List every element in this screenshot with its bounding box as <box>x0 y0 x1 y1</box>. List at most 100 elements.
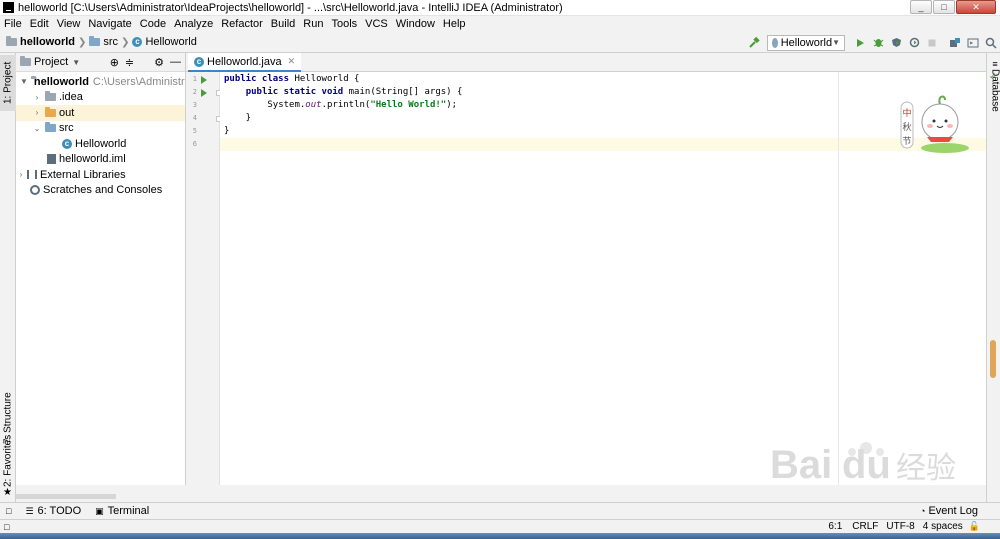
menu-vcs[interactable]: VCS <box>361 18 392 30</box>
src-folder-icon <box>89 36 101 46</box>
menu-tools[interactable]: Tools <box>327 18 361 30</box>
file-encoding[interactable]: UTF-8 <box>886 521 914 532</box>
line-separator[interactable]: CRLF <box>852 521 878 532</box>
right-tool-strip: ≡ Database ✓ <box>986 53 1000 502</box>
tree-node-root[interactable]: ▼ helloworld C:\Users\Administrat <box>16 74 185 90</box>
scrollbar-marker[interactable] <box>990 340 996 378</box>
debug-icon[interactable] <box>870 35 886 51</box>
editor-tab-helloworld[interactable]: c Helloworld.java ✕ <box>188 53 302 72</box>
tab-todo[interactable]: ☰ 6: TODO <box>25 505 81 517</box>
tree-node-src[interactable]: ⌄ src <box>16 121 185 137</box>
chevron-down-icon[interactable]: ▼ <box>20 77 28 86</box>
line-number: 5 <box>192 127 197 135</box>
horizontal-scrollbar[interactable] <box>16 485 986 502</box>
bottom-tool-bar: □ ☰ 6: TODO ▣ Terminal ◔ Event Log <box>0 502 1000 519</box>
menu-navigate[interactable]: Navigate <box>84 18 135 30</box>
tree-root-label: helloworld <box>33 75 89 88</box>
main-toolbar: Helloworld ▼ <box>745 32 1000 53</box>
run-main-gutter-icon[interactable] <box>201 89 207 97</box>
code-line-1: public class Helloworld { <box>224 74 360 84</box>
menu-code[interactable]: Code <box>136 18 170 30</box>
breadcrumb-file[interactable]: Helloworld <box>145 36 196 48</box>
menu-analyze[interactable]: Analyze <box>170 18 217 30</box>
menu-build[interactable]: Build <box>267 18 299 30</box>
caret-line-highlight <box>220 138 986 151</box>
tab-database[interactable]: ≡ Database <box>987 57 1000 113</box>
status-toggle-icon[interactable]: □ <box>4 522 9 532</box>
chevron-right-icon[interactable]: › <box>32 108 42 117</box>
collapse-all-icon[interactable]: ≑ <box>125 56 134 69</box>
chevron-down-icon[interactable]: ⌄ <box>32 124 42 133</box>
profile-icon[interactable] <box>906 35 922 51</box>
stop-icon[interactable] <box>924 35 940 51</box>
menu-view[interactable]: View <box>53 18 85 30</box>
caret-position[interactable]: 6:1 <box>828 521 842 532</box>
breadcrumb-project[interactable]: helloworld <box>20 36 75 48</box>
menu-window[interactable]: Window <box>392 18 439 30</box>
project-view-icon <box>20 56 31 66</box>
editor-gutter: 1 2 3 4 5 6 <box>186 72 222 485</box>
terminal-window-icon[interactable] <box>965 35 981 51</box>
build-hammer-icon[interactable] <box>746 35 762 51</box>
terminal-icon: ▣ <box>95 505 104 516</box>
project-view-select[interactable]: Project <box>34 56 68 68</box>
tree-node-out[interactable]: › out <box>16 105 185 121</box>
tree-node-external-libraries[interactable]: › External Libraries <box>16 167 185 183</box>
iml-file-icon <box>47 154 56 165</box>
os-taskbar <box>0 533 1000 539</box>
todo-list-icon: ☰ <box>25 505 34 516</box>
tree-node-idea[interactable]: › .idea <box>16 90 185 106</box>
library-icon <box>27 170 37 180</box>
tree-node-helloworld-class[interactable]: c Helloworld <box>16 136 185 152</box>
tree-label-external-libraries: External Libraries <box>40 168 126 181</box>
tab-project[interactable]: 1: Project <box>0 55 16 111</box>
inspection-ok-icon[interactable]: ✓ <box>989 71 997 82</box>
chevron-right-icon[interactable]: › <box>16 170 26 179</box>
excluded-folder-icon <box>45 106 56 117</box>
tab-project-label: 1: Project <box>2 61 14 105</box>
run-icon[interactable] <box>852 35 868 51</box>
menu-help[interactable]: Help <box>439 18 470 30</box>
coverage-icon[interactable] <box>888 35 904 51</box>
indent-setting[interactable]: 4 spaces <box>923 521 963 532</box>
close-button[interactable]: ✕ <box>956 0 996 14</box>
run-class-gutter-icon[interactable] <box>201 76 207 84</box>
line-number: 4 <box>192 114 197 122</box>
close-icon[interactable]: ✕ <box>288 56 296 67</box>
editor-tab-label: Helloworld.java <box>207 55 282 68</box>
menu-file[interactable]: File <box>0 18 26 30</box>
scrollbar-thumb[interactable] <box>16 494 116 499</box>
tab-todo-label: 6: TODO <box>37 505 82 517</box>
source-folder-icon <box>45 122 56 133</box>
run-configuration-select[interactable]: Helloworld ▼ <box>767 34 845 51</box>
menu-edit[interactable]: Edit <box>26 18 53 30</box>
tab-terminal[interactable]: ▣ Terminal <box>95 505 149 517</box>
window-title: helloworld [C:\Users\Administrator\IdeaP… <box>18 1 563 14</box>
locate-icon[interactable]: ⊕ <box>110 56 119 69</box>
hide-panel-icon[interactable]: — <box>170 56 181 68</box>
svg-text:Bai: Bai <box>770 443 832 487</box>
tree-node-iml[interactable]: helloworld.iml <box>16 152 185 168</box>
scratches-icon <box>30 185 40 196</box>
maximize-button[interactable]: □ <box>933 0 955 14</box>
breadcrumb-src[interactable]: src <box>103 36 118 48</box>
chevron-right-icon[interactable]: › <box>32 93 42 102</box>
lock-icon[interactable]: 🔓 <box>969 521 980 532</box>
menu-run[interactable]: Run <box>299 18 327 30</box>
svg-text:du: du <box>842 443 891 487</box>
gear-icon[interactable]: ⚙ <box>154 56 164 69</box>
chevron-down-icon[interactable]: ▼ <box>72 58 80 67</box>
code-editor[interactable]: public class Helloworld { public static … <box>220 72 986 505</box>
tab-favorites[interactable]: ★ 2: Favorites <box>0 431 16 501</box>
search-everywhere-icon[interactable] <box>983 35 999 51</box>
project-structure-icon[interactable] <box>947 35 963 51</box>
minimize-button[interactable]: _ <box>910 0 932 14</box>
tree-node-scratches[interactable]: Scratches and Consoles <box>16 183 185 199</box>
tab-event-log[interactable]: ◔ Event Log <box>920 505 978 517</box>
svg-text:中: 中 <box>902 107 911 118</box>
dock-toggle-icon[interactable]: □ <box>6 506 11 516</box>
menu-refactor[interactable]: Refactor <box>217 18 267 30</box>
tree-root-path: C:\Users\Administrat <box>92 75 186 88</box>
event-log-icon: ◔ <box>920 506 926 516</box>
intellij-app-icon <box>3 2 14 13</box>
